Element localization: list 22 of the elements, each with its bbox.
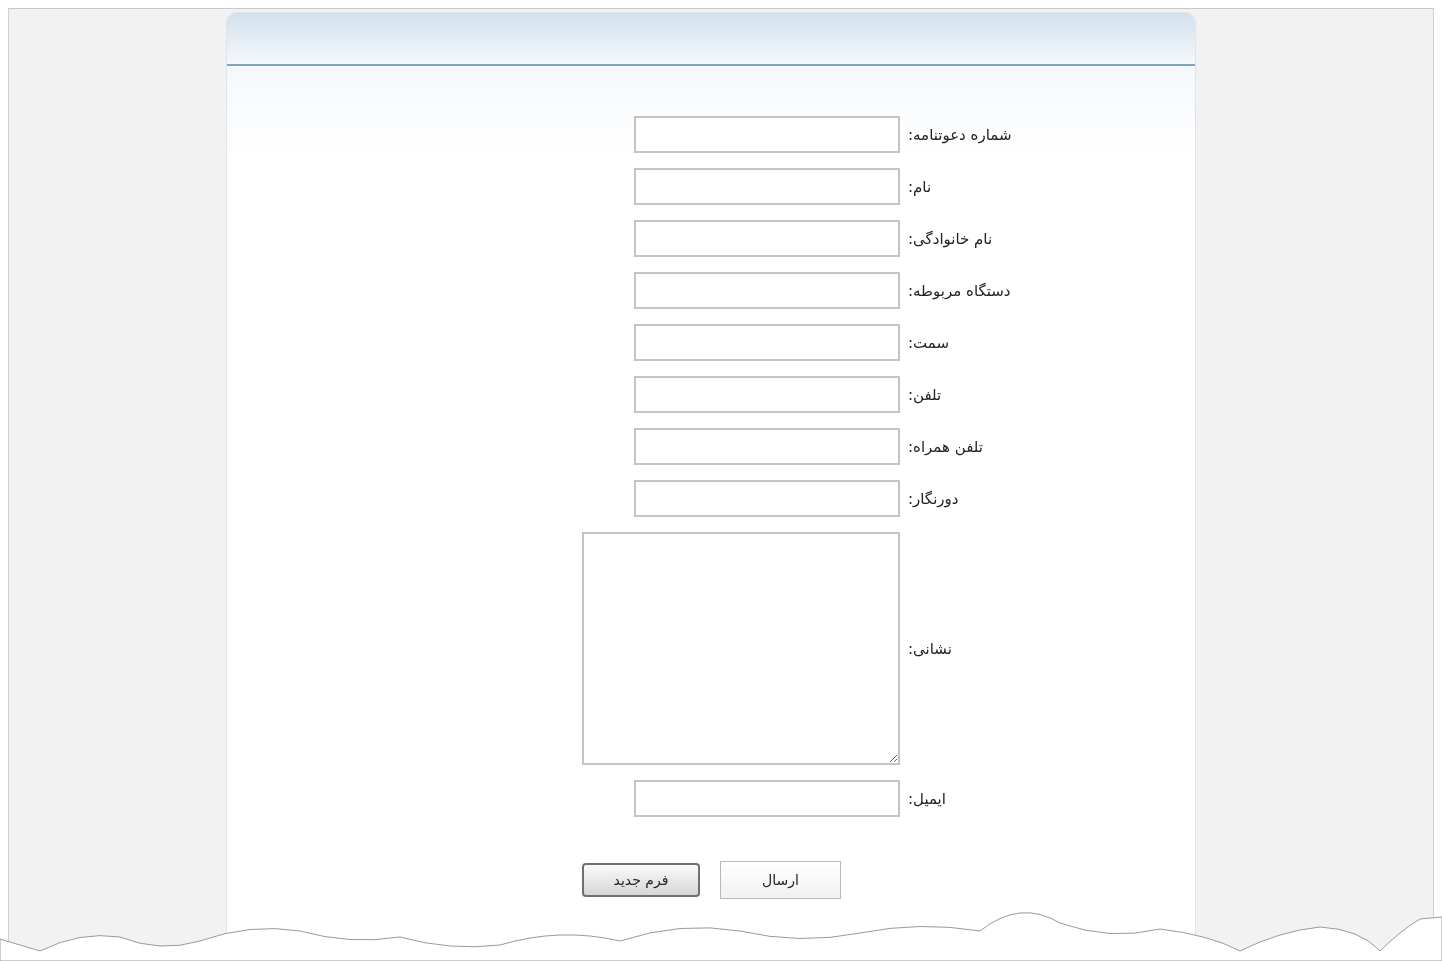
text-input[interactable] xyxy=(634,480,900,517)
text-input[interactable] xyxy=(634,116,900,153)
field-label: دستگاه مربوطه: xyxy=(908,281,1011,300)
text-input[interactable] xyxy=(634,780,900,817)
field-label: نشانی: xyxy=(908,639,952,658)
field-label: ایمیل: xyxy=(908,789,946,808)
field-label: نام: xyxy=(908,177,932,196)
submit-button[interactable]: ارسال xyxy=(720,861,841,899)
text-input[interactable] xyxy=(634,272,900,309)
text-input[interactable] xyxy=(634,376,900,413)
field-label: تلفن همراه: xyxy=(908,437,983,456)
text-input[interactable] xyxy=(634,168,900,205)
field-label: سمت: xyxy=(908,333,950,352)
field-label: نام خانوادگی: xyxy=(908,229,993,248)
text-input[interactable] xyxy=(634,220,900,257)
field-label: تلفن: xyxy=(908,385,942,404)
text-input[interactable] xyxy=(634,428,900,465)
text-input[interactable] xyxy=(634,324,900,361)
address-textarea[interactable] xyxy=(582,532,900,765)
field-label: شماره دعوتنامه: xyxy=(908,125,1012,144)
new-form-button[interactable]: فرم جدید xyxy=(582,863,700,897)
field-label: دورنگار: xyxy=(908,489,959,508)
